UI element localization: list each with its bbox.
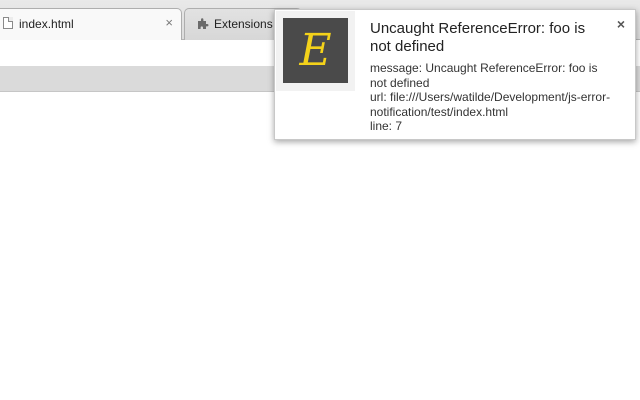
notification-url-line: url: file:///Users/watilde/Development/j…	[370, 90, 611, 119]
notification-message-line: message: Uncaught ReferenceError: foo is…	[370, 61, 601, 90]
notification-line-number: line: 7	[370, 119, 403, 133]
page-icon	[3, 17, 13, 29]
close-icon[interactable]: ×	[617, 16, 625, 32]
error-e-icon: E	[283, 18, 348, 83]
tab-title: Extensions	[214, 17, 273, 31]
tab-title: index.html	[19, 17, 74, 31]
notification-title: Uncaught ReferenceError: foo is not defi…	[370, 20, 586, 55]
notification-body: message: Uncaught ReferenceError: foo is…	[370, 61, 615, 134]
puzzle-icon	[198, 18, 209, 29]
icon-letter: E	[299, 24, 332, 76]
tab-close-icon[interactable]: ×	[165, 15, 173, 30]
notification-icon-frame: E	[276, 11, 355, 91]
tab-index-html[interactable]: index.html ×	[0, 8, 182, 40]
desktop-notification[interactable]: E × Uncaught ReferenceError: foo is not …	[274, 9, 636, 140]
